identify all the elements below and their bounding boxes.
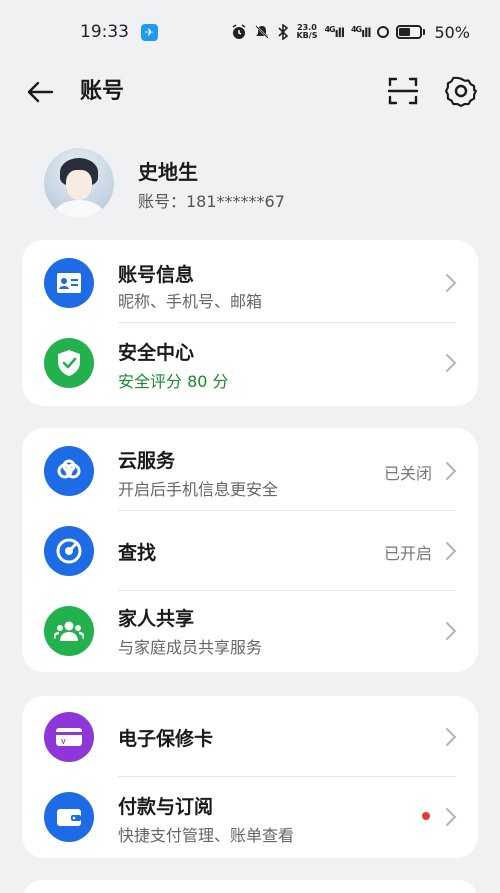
chevron-right-icon (446, 622, 457, 640)
chevron-right-icon (446, 808, 457, 826)
chevron-right-icon (446, 462, 457, 480)
radar-icon (44, 526, 94, 576)
signal-1-label: 4G (324, 24, 335, 34)
row-security-center[interactable]: 安全中心 安全评分 80 分 (22, 322, 478, 404)
id-card-icon (44, 258, 94, 308)
row-account-info[interactable]: 账号信息 昵称、手机号、邮箱 (22, 242, 478, 324)
mute-bell-icon (255, 25, 270, 39)
row-subtitle: 开启后手机信息更安全 (118, 480, 279, 499)
status-bar: 19:33 ✈ 23.0 KB/S 4Gıll 4Gıll 50% (0, 0, 500, 64)
chevron-right-icon (446, 728, 457, 746)
alarm-icon (233, 24, 246, 39)
back-arrow-icon[interactable] (24, 76, 56, 108)
avatar-body (54, 200, 104, 218)
row-payments-subscriptions[interactable]: 付款与订阅 快捷支付管理、账单查看 (22, 776, 478, 858)
wifi-icon (377, 26, 390, 38)
status-icons: 23.0 KB/S 4Gıll 4Gıll 50% (231, 23, 470, 42)
profile-name: 史地生 (138, 160, 198, 184)
row-subtitle: 与家庭成员共享服务 (118, 638, 263, 657)
row-title: 家人共享 (118, 608, 195, 630)
page-title: 账号 (80, 79, 125, 104)
row-subtitle: 昵称、手机号、邮箱 (118, 292, 263, 311)
family-icon (44, 606, 94, 656)
app-header: 账号 (0, 64, 500, 120)
gear-icon[interactable] (444, 74, 478, 108)
status-value: 已关闭 (383, 464, 432, 483)
notification-dot (422, 812, 430, 820)
row-subtitle: 快捷支付管理、账单查看 (118, 826, 295, 845)
status-time: 19:33 (80, 22, 129, 42)
row-family-sharing[interactable]: 家人共享 与家庭成员共享服务 (22, 590, 478, 672)
shield-check-icon (44, 338, 94, 388)
signal-2-label: 4G (350, 24, 362, 34)
net-speed-unit: KB/S (296, 31, 318, 40)
battery-icon (396, 25, 423, 39)
bluetooth-icon (278, 24, 289, 40)
cloud-icon (44, 446, 94, 496)
signal-1: 4Gıll (324, 24, 345, 40)
battery-tip (423, 29, 426, 35)
scan-icon[interactable] (386, 74, 420, 108)
profile-account: 账号：181******67 (138, 192, 285, 211)
next-card-partial (22, 880, 478, 893)
services-card: 云服务 开启后手机信息更安全 已关闭 查找 已开启 家人共享 与家庭成员共享服务 (22, 428, 478, 672)
net-speed: 23.0 KB/S (296, 24, 317, 40)
payments-card: V 电子保修卡 付款与订阅 快捷支付管理、账单查看 (22, 696, 478, 858)
chevron-right-icon (446, 354, 457, 372)
row-title: 云服务 (118, 450, 176, 472)
status-value: 已开启 (383, 544, 432, 563)
notification-app-icon: ✈ (141, 23, 158, 41)
wallet-icon (44, 792, 94, 842)
row-title: 电子保修卡 (118, 728, 214, 750)
avatar[interactable] (44, 148, 114, 218)
signal-2: 4Gıll (350, 24, 372, 40)
account-card: 账号信息 昵称、手机号、邮箱 安全中心 安全评分 80 分 (22, 240, 478, 406)
row-title: 付款与订阅 (118, 796, 214, 818)
security-score: 安全评分 80 分 (118, 372, 229, 391)
svg-text:V: V (61, 739, 66, 746)
battery-percent: 50% (434, 22, 470, 42)
row-title: 查找 (118, 542, 157, 564)
row-title: 安全中心 (118, 342, 195, 364)
row-cloud-service[interactable]: 云服务 开启后手机信息更安全 已关闭 (22, 430, 478, 512)
avatar-face (66, 170, 92, 200)
row-title: 账号信息 (118, 264, 195, 286)
profile-section[interactable]: 史地生 账号：181******67 (44, 148, 464, 220)
row-warranty-card[interactable]: V 电子保修卡 (22, 696, 478, 778)
warranty-card-icon: V (44, 712, 94, 762)
chevron-right-icon (446, 542, 457, 560)
chevron-right-icon (446, 274, 457, 292)
row-find-device[interactable]: 查找 已开启 (22, 510, 478, 592)
